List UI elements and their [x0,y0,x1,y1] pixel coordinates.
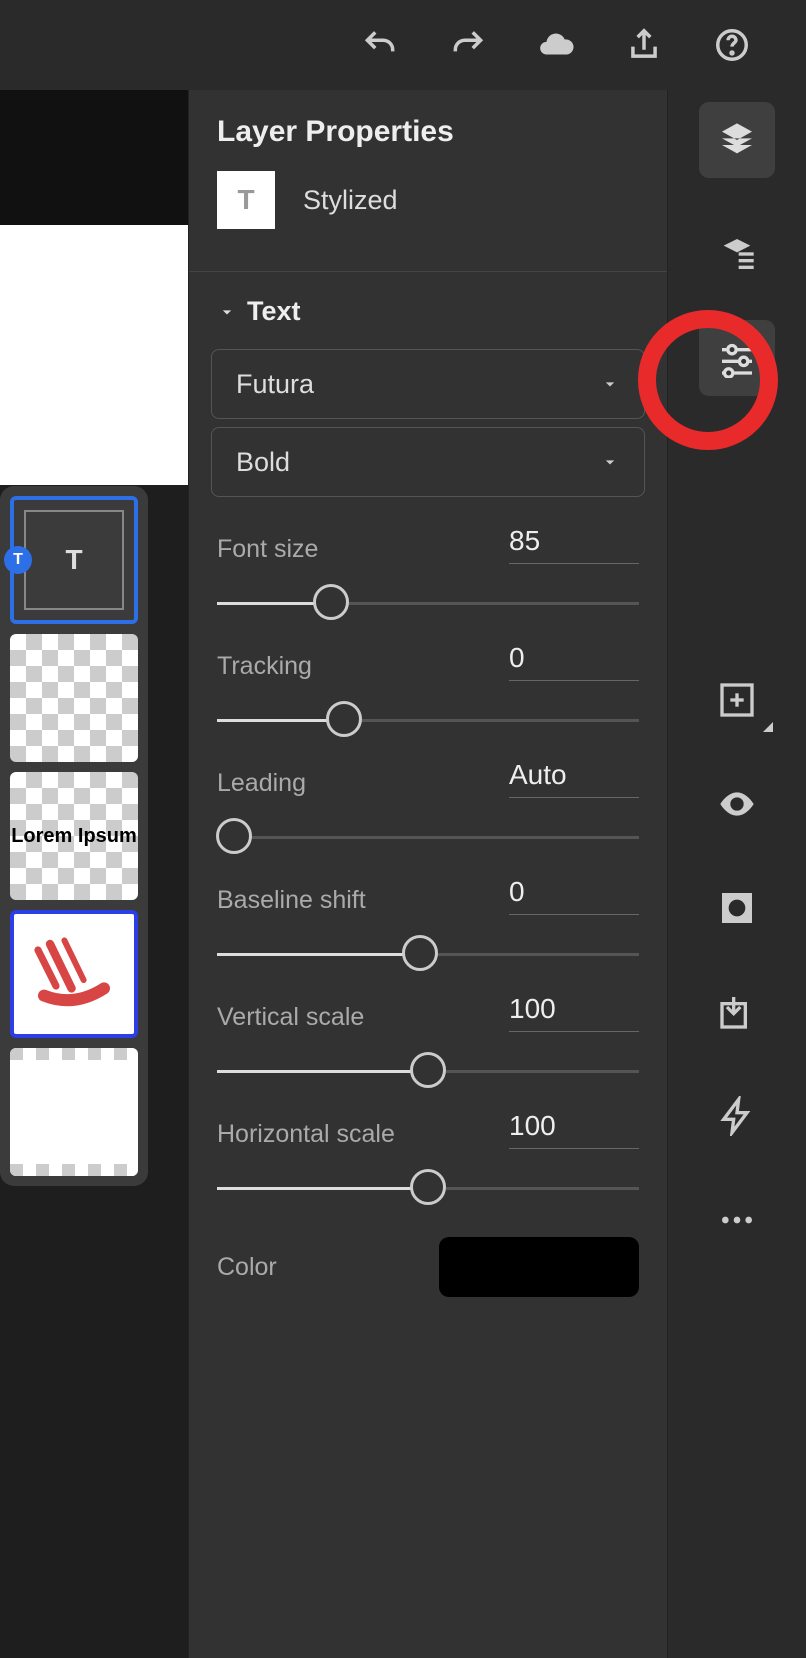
slider-label: Font size [217,535,318,564]
slider-label: Leading [217,769,306,798]
properties-panel-button[interactable] [699,320,775,396]
slider-label: Horizontal scale [217,1120,395,1149]
layer-thumb-video[interactable] [10,1048,138,1176]
layers-icon [717,120,757,160]
help-button[interactable] [713,26,751,64]
layer-thumb-lorem[interactable]: Lorem Ipsum [10,772,138,900]
slider-label: Baseline shift [217,886,366,915]
right-rail [668,90,806,1658]
layer-comps-icon [717,234,757,274]
slider-leading: Leading Auto [189,739,667,856]
slider-value-input[interactable]: Auto [509,759,639,798]
slider-label: Vertical scale [217,1003,364,1032]
plus-box-icon [717,680,757,720]
chevron-down-icon [600,452,620,472]
cloud-icon [537,26,575,64]
brush-stroke-icon [14,914,134,1034]
slider-vertical-scale: Vertical scale 100 [189,973,667,1090]
slider-track[interactable] [217,816,639,856]
layer-properties-panel: Layer Properties T Stylized Text Futura … [188,90,668,1658]
font-family-value: Futura [236,369,314,400]
slider-track[interactable] [217,699,639,739]
sliders-icon [717,338,757,378]
panel-title: Layer Properties [217,115,639,149]
undo-button[interactable] [361,26,399,64]
layer-comps-button[interactable] [699,226,775,282]
more-icon [717,1200,757,1240]
layers-strip: T T Lorem Ipsum [0,486,148,1186]
slider-value-input[interactable]: 85 [509,525,639,564]
slider-track[interactable] [217,1167,639,1207]
font-weight-dropdown[interactable]: Bold [211,427,645,497]
font-weight-value: Bold [236,447,290,478]
lorem-text: Lorem Ipsum [11,825,137,848]
layer-type-icon: T [217,171,275,229]
slider-track[interactable] [217,933,639,973]
undo-icon [361,26,399,64]
slider-tracking: Tracking 0 [189,622,667,739]
slider-track[interactable] [217,1050,639,1090]
slider-font-size: Font size 85 [189,505,667,622]
slider-value-input[interactable]: 0 [509,642,639,681]
import-icon [717,992,757,1032]
layer-thumb-text-selected[interactable]: T T [10,496,138,624]
font-family-dropdown[interactable]: Futura [211,349,645,419]
type-badge: T [4,546,32,574]
share-icon [625,26,663,64]
slider-value-input[interactable]: 100 [509,1110,639,1149]
layer-thumb-brush[interactable] [10,910,138,1038]
chevron-down-icon [600,374,620,394]
slider-value-input[interactable]: 100 [509,993,639,1032]
effects-button[interactable] [699,1088,775,1144]
layer-thumb-letter: T [65,544,82,576]
canvas-dark [0,90,188,225]
lightning-icon [717,1096,757,1136]
import-button[interactable] [699,984,775,1040]
help-icon [713,26,751,64]
visibility-button[interactable] [699,776,775,832]
slider-label: Tracking [217,652,312,681]
layer-name: Stylized [303,185,398,216]
add-button[interactable] [699,672,775,728]
slider-value-input[interactable]: 0 [509,876,639,915]
layers-panel-button[interactable] [699,102,775,178]
redo-button[interactable] [449,26,487,64]
text-section-header[interactable]: Text [189,272,667,341]
top-toolbar [0,0,806,90]
layer-thumb-empty-1[interactable] [10,634,138,762]
section-title: Text [247,296,301,327]
share-button[interactable] [625,26,663,64]
eye-icon [717,784,757,824]
color-label: Color [217,1253,277,1282]
more-button[interactable] [699,1192,775,1248]
mask-icon [717,888,757,928]
slider-horizontal-scale: Horizontal scale 100 [189,1090,667,1207]
mask-button[interactable] [699,880,775,936]
canvas-white [0,225,188,485]
slider-baseline-shift: Baseline shift 0 [189,856,667,973]
canvas-area: T T Lorem Ipsum [0,90,188,1658]
color-swatch[interactable] [439,1237,639,1297]
cloud-button[interactable] [537,26,575,64]
chevron-down-icon [217,302,237,322]
slider-track[interactable] [217,582,639,622]
redo-icon [449,26,487,64]
